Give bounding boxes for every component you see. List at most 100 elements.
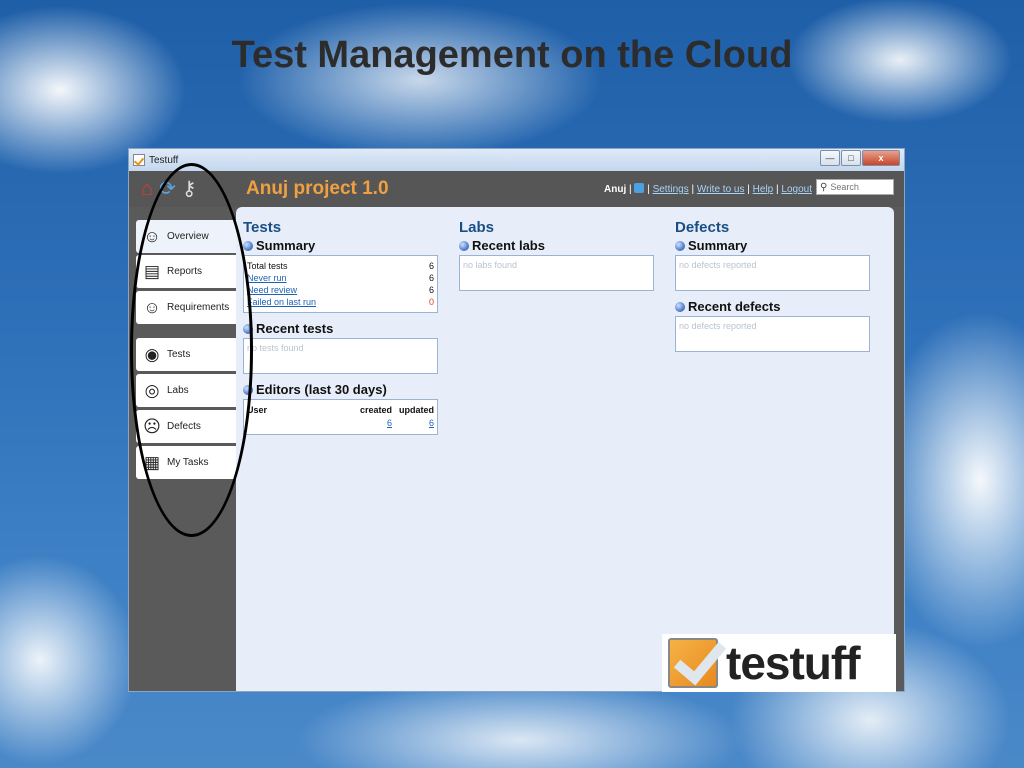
sidebar: ☺ Overview ▤ Reports ☺ Requirements ◉ Te… (129, 207, 236, 691)
separator: | (747, 184, 750, 195)
defects-heading[interactable]: Defects (675, 219, 870, 236)
summary-label: Total tests (247, 261, 288, 271)
tests-column: Tests Summary Total tests 6 Never run 6 … (236, 219, 438, 435)
empty-message: no defects reported (679, 321, 757, 331)
bullet-icon (243, 323, 253, 334)
key-icon[interactable]: ⚷ (182, 178, 197, 200)
home-icon[interactable]: ⌂ (141, 178, 153, 200)
summary-value: 6 (428, 261, 434, 271)
recent-labs-heading: Recent labs (459, 238, 654, 253)
close-button[interactable]: x (862, 150, 900, 166)
help-link[interactable]: Help (753, 184, 774, 195)
labs-column: Labs Recent labs no labs found (452, 219, 654, 291)
table-row: 6 6 (247, 416, 434, 430)
summary-value: 6 (428, 273, 434, 283)
search-box[interactable]: ⚲ (816, 179, 894, 195)
tests-heading[interactable]: Tests (243, 219, 438, 236)
section-label: Recent defects (688, 299, 781, 314)
section-label: Editors (last 30 days) (256, 382, 387, 397)
editors-box: User created updated 6 6 (243, 399, 438, 435)
sidebar-item-label: Labs (167, 385, 189, 396)
empty-message: no labs found (463, 260, 518, 270)
labs-heading[interactable]: Labs (459, 219, 654, 236)
summary-value: 0 (428, 297, 434, 307)
tests-summary-box: Total tests 6 Never run 6 Need review 6 … (243, 255, 438, 313)
logo-text: testuff (726, 637, 861, 689)
checkmark-icon (668, 638, 718, 688)
minimize-button[interactable]: — (820, 150, 840, 166)
defects-summary-box: no defects reported (675, 255, 870, 291)
app-header: ⌂ ⟳ ⚷ Anuj project 1.0 Anuj | | Settings… (129, 171, 904, 207)
maximize-button[interactable]: □ (841, 150, 861, 166)
user-links: Anuj | | Settings | Write to us | Help |… (604, 183, 812, 195)
recent-tests-box: no tests found (243, 338, 438, 374)
column-header: created (359, 405, 392, 415)
monkey-icon: ◉ (144, 344, 160, 364)
smiley-icon: ☺ (143, 226, 161, 246)
refresh-icon[interactable]: ⟳ (159, 178, 176, 200)
sidebar-item-label: Overview (167, 231, 209, 242)
clipboard-icon: ▦ (143, 452, 161, 472)
recent-defects-box: no defects reported (675, 316, 870, 352)
sidebar-item-label: Tests (167, 349, 191, 360)
sidebar-item-label: My Tasks (167, 457, 209, 468)
testuff-logo: testuff (662, 634, 896, 692)
project-title: Anuj project 1.0 (246, 178, 389, 199)
editors-table-header: User created updated (247, 404, 434, 416)
defects-column: Defects Summary no defects reported Rece… (668, 219, 870, 352)
logout-link[interactable]: Logout (781, 184, 812, 195)
sidebar-item-label: Defects (167, 421, 201, 432)
column-header: updated (399, 405, 434, 415)
bullet-icon (243, 240, 253, 251)
app-logo-icon (133, 154, 145, 166)
section-label: Summary (256, 238, 316, 253)
column-header: User (247, 405, 268, 415)
separator: | (629, 184, 632, 195)
settings-link[interactable]: Settings (653, 184, 689, 195)
sidebar-item-defects[interactable]: ☹ Defects (136, 410, 236, 443)
sidebar-item-label: Reports (167, 266, 203, 277)
summary-row: Never run 6 (247, 272, 434, 284)
sidebar-item-my-tasks[interactable]: ▦ My Tasks (136, 446, 236, 479)
sidebar-item-overview[interactable]: ☺ Overview (136, 220, 236, 253)
empty-message: no tests found (247, 343, 304, 353)
window-titlebar[interactable]: Testuff — □ x (129, 149, 904, 171)
sidebar-item-reports[interactable]: ▤ Reports (136, 255, 236, 288)
slide-title: Test Management on the Cloud (231, 34, 793, 76)
window-controls: — □ x (820, 150, 900, 166)
recent-tests-heading: Recent tests (243, 321, 438, 336)
twitter-icon[interactable] (634, 183, 645, 193)
sidebar-item-labs[interactable]: ◎ Labs (136, 374, 236, 407)
search-input[interactable] (830, 182, 889, 192)
surprised-icon: ☹ (143, 416, 161, 436)
sidebar-item-label: Requirements (167, 302, 230, 313)
user-name: Anuj (604, 184, 627, 195)
separator: | (647, 184, 650, 195)
section-label: Recent tests (256, 321, 334, 336)
failed-last-run-link[interactable]: Failed on last run (247, 296, 316, 308)
bullet-icon (243, 384, 253, 395)
summary-row: Failed on last run 0 (247, 296, 434, 308)
recent-defects-heading: Recent defects (675, 299, 870, 314)
write-to-us-link[interactable]: Write to us (697, 184, 745, 195)
section-label: Summary (688, 238, 748, 253)
need-review-link[interactable]: Need review (247, 284, 297, 296)
search-icon: ⚲ (820, 181, 828, 193)
report-icon: ▤ (143, 261, 161, 281)
separator: | (776, 184, 779, 195)
recent-labs-box: no labs found (459, 255, 654, 291)
sidebar-item-tests[interactable]: ◉ Tests (136, 338, 236, 371)
overview-panel: Tests Summary Total tests 6 Never run 6 … (236, 207, 894, 691)
defects-summary-heading: Summary (675, 238, 870, 253)
app-window: Testuff — □ x ⌂ ⟳ ⚷ Anuj project 1.0 Anu… (128, 148, 905, 692)
editors-heading: Editors (last 30 days) (243, 382, 438, 397)
separator: | (691, 184, 695, 195)
window-title: Testuff (149, 154, 179, 166)
glasses-icon: ◎ (144, 380, 160, 400)
bullet-icon (675, 301, 685, 312)
tests-summary-heading: Summary (243, 238, 438, 253)
smiley-icon: ☺ (143, 297, 161, 317)
updated-count-link[interactable]: 6 (429, 418, 434, 428)
never-run-link[interactable]: Never run (247, 272, 287, 284)
sidebar-item-requirements[interactable]: ☺ Requirements (136, 291, 236, 324)
